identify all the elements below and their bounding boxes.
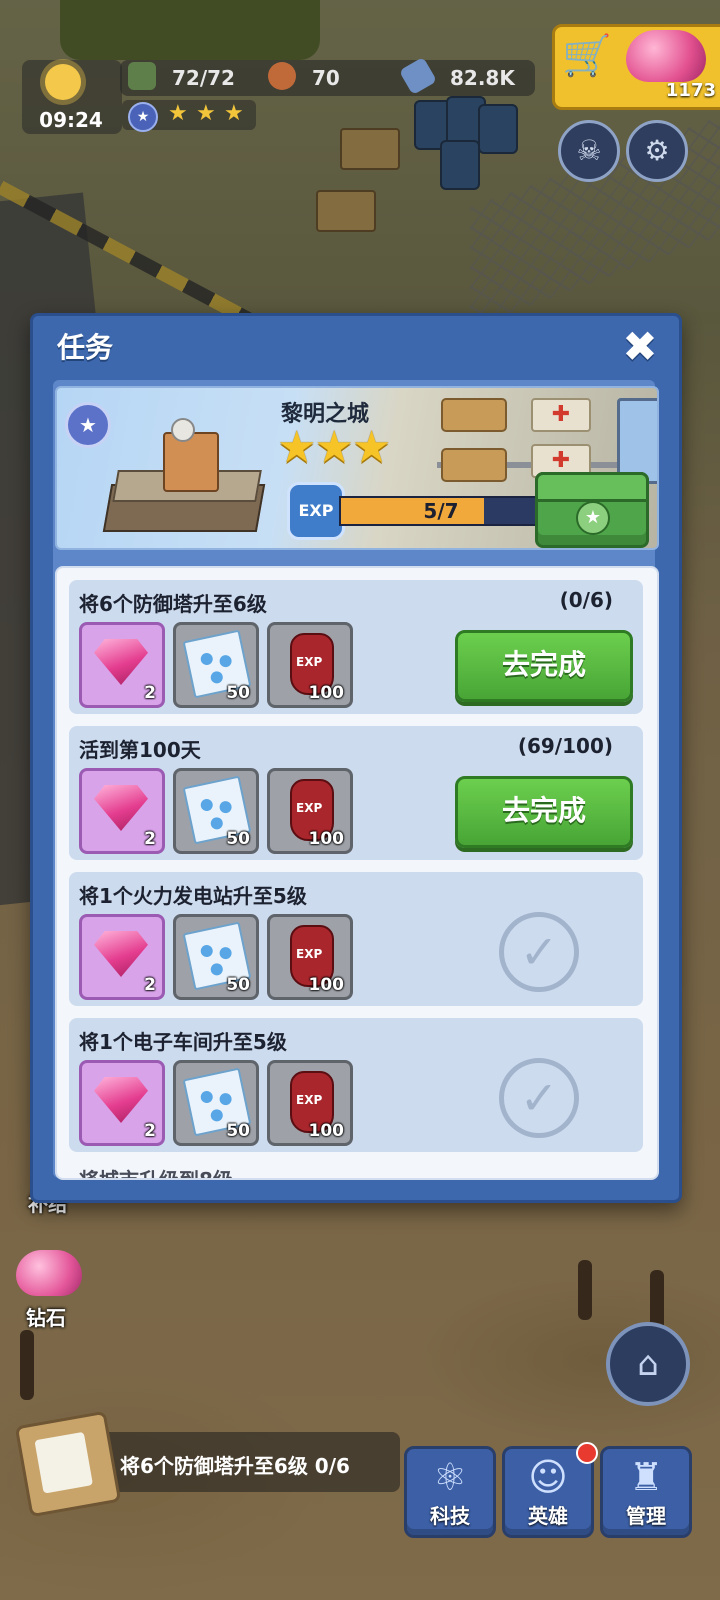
quest-item: 将1个火力发电站升至5级 2 50 100 ✓: [69, 872, 643, 1006]
reward-qty: 50: [226, 1121, 250, 1141]
dialog-title: 任务: [57, 331, 114, 364]
chest-star-icon: ★: [576, 501, 610, 535]
gem-icon: [94, 931, 148, 977]
game-clock: 09:24: [39, 108, 103, 132]
reward-gem[interactable]: 2: [79, 768, 165, 854]
water-value: 82.8K: [450, 66, 515, 90]
tech-label: 科技: [430, 1504, 470, 1528]
population-value: 72/72: [172, 66, 235, 90]
quest-title: 将1个火力发电站升至5级: [79, 884, 307, 908]
sun-icon: [45, 64, 81, 100]
castle-icon: ♜: [628, 1455, 664, 1499]
quest-item: 将6个防御塔升至6级 (0/6) 2 50 100 去完成: [69, 580, 643, 714]
reward-exp-potion[interactable]: 100: [267, 1060, 353, 1146]
quest-tracker-text: 将6个防御塔升至6级 0/6: [120, 1454, 350, 1478]
reward-blueprint[interactable]: 50: [173, 914, 259, 1000]
exp-progress-bar: 5/7: [339, 496, 543, 526]
reward-blueprint[interactable]: 50: [173, 622, 259, 708]
quest-title: 将1个电子车间升至5级: [79, 1030, 287, 1054]
completed-check-icon: ✓: [499, 1058, 579, 1138]
meat-icon: [268, 62, 296, 90]
reward-gem[interactable]: 2: [79, 622, 165, 708]
city-building-icon: [102, 418, 266, 534]
go-complete-button[interactable]: 去完成: [455, 630, 633, 702]
gem-count: 1173: [665, 80, 716, 101]
reward-qty: 100: [308, 975, 345, 995]
quest-title: 将6个防御塔升至6级: [79, 592, 267, 616]
reward-qty: 2: [144, 1121, 156, 1141]
reward-gem[interactable]: 2: [79, 914, 165, 1000]
reward-qty: 2: [144, 829, 156, 849]
heroes-label: 英雄: [528, 1504, 568, 1528]
notification-dot: [576, 1442, 598, 1464]
reward-exp-potion[interactable]: 100: [267, 622, 353, 708]
quest-list[interactable]: 将6个防御塔升至6级 (0/6) 2 50 100 去完成 活到第100天 (6…: [55, 566, 659, 1180]
city-banner: ✚ ✚ ★ 黎明之城 ★★★ EXP 5/7 ★: [55, 386, 659, 550]
gem-label[interactable]: 钻石: [26, 1302, 66, 1331]
gem-icon: [94, 785, 148, 831]
reward-qty: 100: [308, 683, 345, 703]
gem-side-icon[interactable]: [16, 1250, 82, 1296]
star-icon: ★: [168, 101, 188, 126]
reward-qty: 50: [226, 829, 250, 849]
star-icon: ★: [224, 101, 244, 126]
supply-box: [441, 448, 507, 482]
garage-button[interactable]: ⌂: [606, 1322, 690, 1406]
exp-progress-text: 5/7: [423, 499, 459, 523]
manage-label: 管理: [626, 1504, 666, 1528]
reward-exp-potion[interactable]: 100: [267, 768, 353, 854]
reward-qty: 50: [226, 683, 250, 703]
settings-gear-button[interactable]: ⚙: [626, 120, 688, 182]
rank-emblem-icon: ★: [65, 402, 111, 448]
rank-badge-icon: ★: [128, 102, 158, 132]
atom-icon: ⚛: [432, 1455, 468, 1499]
quest-progress: (69/100): [517, 734, 613, 758]
quest-progress: (0/6): [559, 588, 613, 612]
skull-book-button[interactable]: ☠: [558, 120, 620, 182]
reward-chest-button[interactable]: ★: [535, 472, 649, 548]
star-icon: ★: [196, 101, 216, 126]
food-value: 70: [312, 66, 340, 90]
completed-check-icon: ✓: [499, 912, 579, 992]
reward-qty: 2: [144, 683, 156, 703]
supply-box: [441, 398, 507, 432]
quest-item: 活到第100天 (69/100) 2 50 100 去完成: [69, 726, 643, 860]
manage-button[interactable]: ♜ 管理: [600, 1446, 692, 1538]
quest-title: 活到第100天: [79, 738, 201, 762]
city-stars: ★★★: [277, 422, 391, 473]
population-icon: [128, 62, 156, 90]
exp-badge-icon: EXP: [287, 482, 345, 540]
reward-blueprint[interactable]: 50: [173, 768, 259, 854]
pink-gem-pile-icon: [626, 30, 706, 82]
reward-exp-potion[interactable]: 100: [267, 914, 353, 1000]
tech-button[interactable]: ⚛ 科技: [404, 1446, 496, 1538]
clipboard-quest-icon[interactable]: [14, 1410, 122, 1518]
go-complete-button[interactable]: 去完成: [455, 776, 633, 848]
reward-qty: 50: [226, 975, 250, 995]
gem-icon: [94, 639, 148, 685]
next-quest-partial: 将城市升级到8级: [79, 1168, 233, 1180]
reward-qty: 2: [144, 975, 156, 995]
medkit-box: ✚: [531, 398, 591, 432]
hero-card-icon: ☺: [528, 1455, 568, 1499]
reward-blueprint[interactable]: 50: [173, 1060, 259, 1146]
gem-icon: [94, 1077, 148, 1123]
reward-gem[interactable]: 2: [79, 1060, 165, 1146]
reward-qty: 100: [308, 829, 345, 849]
reward-qty: 100: [308, 1121, 345, 1141]
close-button[interactable]: ✖: [617, 324, 663, 370]
quest-dialog: 任务 ✖ ✚ ✚ ★ 黎明之城 ★★★ EXP 5/7 ★ 将6个防御塔升至6级…: [30, 313, 682, 1203]
quest-item: 将1个电子车间升至5级 2 50 100 ✓: [69, 1018, 643, 1152]
shopping-cart-icon: 🛒: [562, 33, 612, 79]
